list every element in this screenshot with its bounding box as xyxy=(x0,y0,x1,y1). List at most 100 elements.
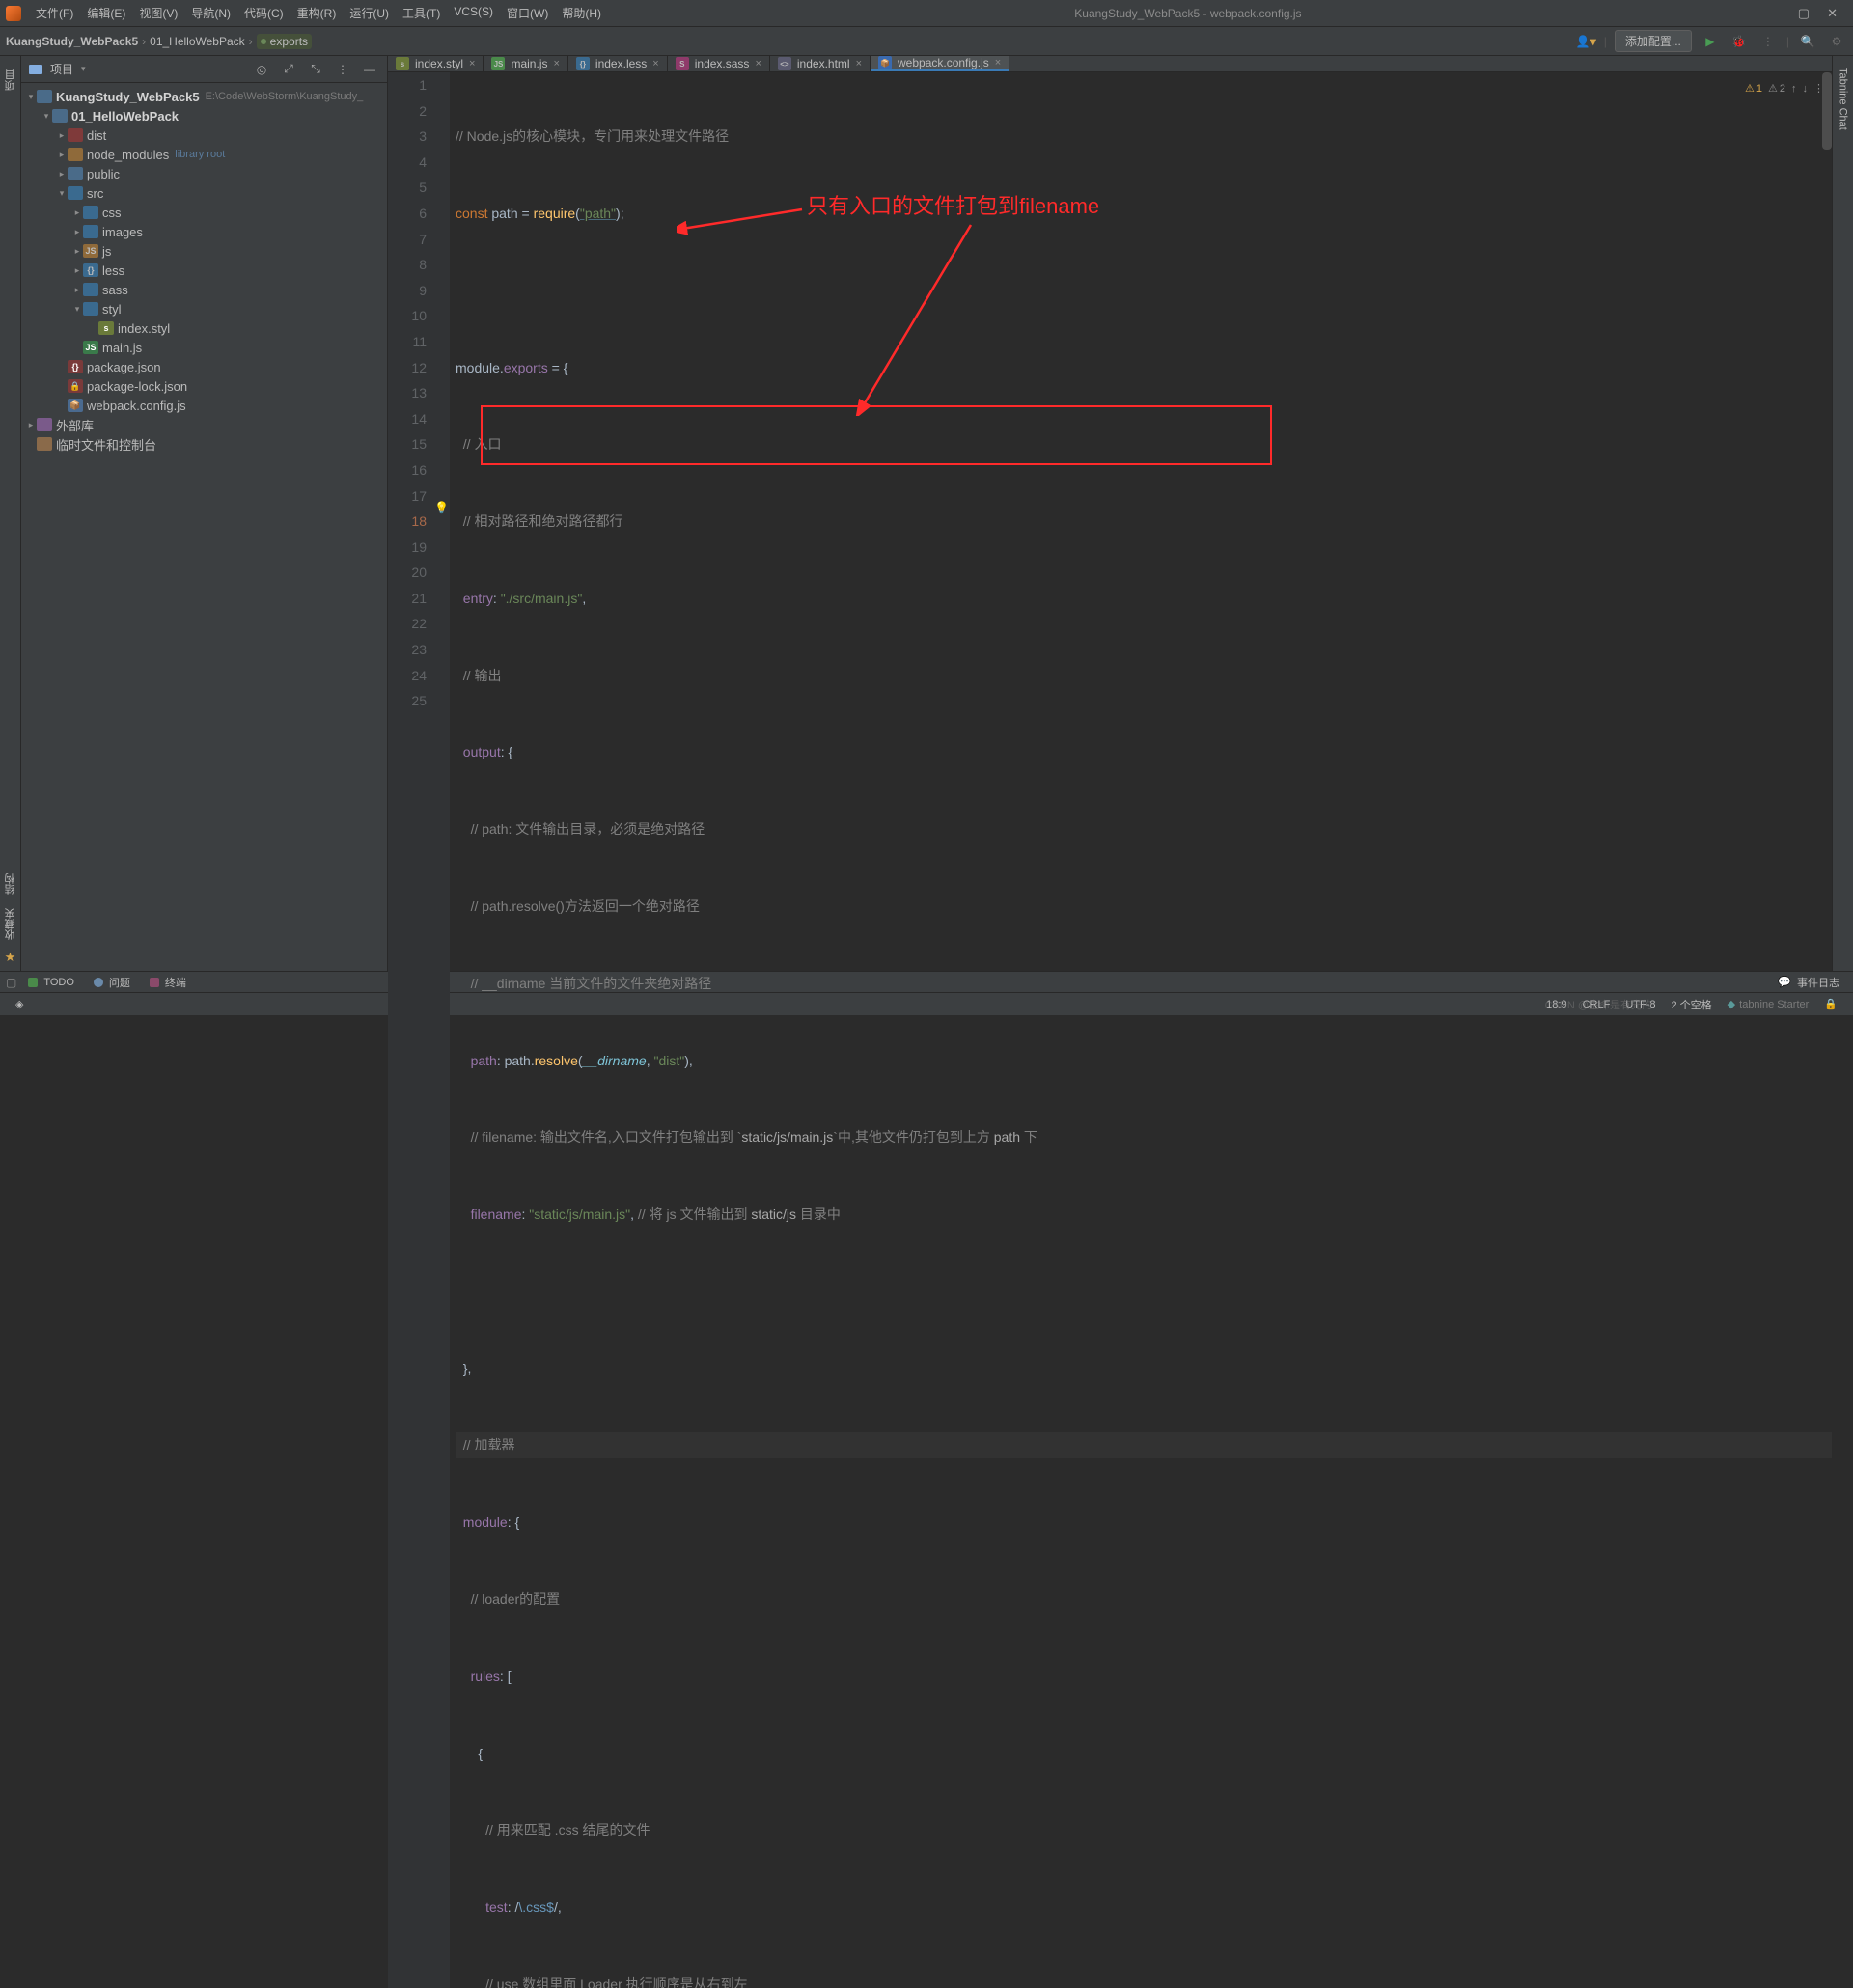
webpack-file-icon: 📦 xyxy=(68,399,83,412)
app-logo-icon xyxy=(6,6,21,21)
webpack-file-icon: 📦 xyxy=(878,56,892,69)
terminal-tab[interactable]: 终端 xyxy=(142,973,194,992)
debug-icon[interactable]: 🐞 xyxy=(1729,31,1750,52)
folder-icon xyxy=(83,283,98,296)
close-icon[interactable]: × xyxy=(553,58,559,69)
project-view-label[interactable]: 项目 xyxy=(50,61,73,77)
html-file-icon: <> xyxy=(778,57,791,70)
close-icon[interactable]: × xyxy=(469,58,475,69)
tree-node-node_modules[interactable]: node_moduleslibrary root xyxy=(21,145,387,164)
menu-tools[interactable]: 工具(T) xyxy=(396,1,447,25)
settings-icon[interactable]: ⚙ xyxy=(1826,31,1847,52)
tree-node-mainjs[interactable]: JSmain.js xyxy=(21,338,387,357)
tree-node-root[interactable]: KuangStudy_WebPack5E:\Code\WebStorm\Kuan… xyxy=(21,87,387,106)
todo-tab[interactable]: TODO xyxy=(20,975,82,990)
warning-icon[interactable]: ⚠ 1 xyxy=(1745,76,1762,102)
menu-view[interactable]: 视图(V) xyxy=(132,1,184,25)
problems-tab[interactable]: 问题 xyxy=(86,973,138,992)
tree-node-pkglock[interactable]: 🔒package-lock.json xyxy=(21,376,387,396)
tree-node-hello[interactable]: 01_HelloWebPack xyxy=(21,106,387,125)
menu-vcs[interactable]: VCS(S) xyxy=(447,1,500,25)
chevron-right-icon: › xyxy=(142,35,146,48)
close-icon[interactable]: ✕ xyxy=(1827,6,1838,21)
tree-node-scratch[interactable]: 临时文件和控制台 xyxy=(21,434,387,454)
close-icon[interactable]: × xyxy=(856,58,862,69)
editor-scrollbar[interactable] xyxy=(1822,72,1832,150)
breadcrumb-project[interactable]: KuangStudy_WebPack5 xyxy=(6,35,138,48)
tool-windows-icon[interactable]: ◈ xyxy=(8,998,31,1010)
close-icon[interactable]: × xyxy=(995,57,1001,69)
menu-file[interactable]: 文件(F) xyxy=(29,1,80,25)
tool-window-toggle-icon[interactable]: ▢ xyxy=(6,976,16,989)
code-editor[interactable]: 12345 678910 1112131415 1617181920 21222… xyxy=(388,72,1832,1988)
chevron-down-icon[interactable]: ▾ xyxy=(81,64,86,74)
favorites-tool-tab[interactable]: 收藏夹 xyxy=(0,904,21,944)
library-icon xyxy=(37,418,52,431)
tab-index-html[interactable]: <>index.html× xyxy=(770,56,871,71)
intention-bulb-icon[interactable]: 💡 xyxy=(434,495,449,521)
project-tree[interactable]: KuangStudy_WebPack5E:\Code\WebStorm\Kuan… xyxy=(21,83,387,971)
tree-node-src[interactable]: src xyxy=(21,183,387,203)
js-file-icon: JS xyxy=(491,57,505,70)
breadcrumb-tag[interactable]: exports xyxy=(257,34,312,49)
tabnine-chat-tab[interactable]: Tabnine Chat xyxy=(1835,62,1852,136)
menu-code[interactable]: 代码(C) xyxy=(237,1,290,25)
tree-node-less[interactable]: {}less xyxy=(21,261,387,280)
tree-node-js[interactable]: JSjs xyxy=(21,241,387,261)
run-config-dropdown[interactable]: 添加配置... xyxy=(1615,30,1692,52)
collapse-all-icon[interactable]: ⤡ xyxy=(306,60,325,79)
down-arrow-icon[interactable]: ↓ xyxy=(1803,76,1809,102)
run-icon[interactable]: ▶ xyxy=(1700,31,1721,52)
tree-node-dist[interactable]: dist xyxy=(21,125,387,145)
tree-node-images[interactable]: images xyxy=(21,222,387,241)
tree-node-pkgjson[interactable]: {}package.json xyxy=(21,357,387,376)
folder-icon xyxy=(68,186,83,200)
expand-all-icon[interactable]: ⤢ xyxy=(279,60,298,79)
menu-run[interactable]: 运行(U) xyxy=(343,1,396,25)
tab-main-js[interactable]: JSmain.js× xyxy=(484,56,567,71)
weak-warning-icon[interactable]: ⚠ 2 xyxy=(1768,76,1785,102)
menu-navigate[interactable]: 导航(N) xyxy=(184,1,237,25)
close-icon[interactable]: × xyxy=(652,58,658,69)
titlebar: 文件(F) 编辑(E) 视图(V) 导航(N) 代码(C) 重构(R) 运行(U… xyxy=(0,0,1853,27)
menu-edit[interactable]: 编辑(E) xyxy=(80,1,132,25)
search-icon[interactable]: 🔍 xyxy=(1797,31,1818,52)
tree-node-css[interactable]: css xyxy=(21,203,387,222)
tab-index-sass[interactable]: Sindex.sass× xyxy=(668,56,770,71)
structure-tool-tab[interactable]: 结构 xyxy=(0,870,21,898)
tree-node-sass[interactable]: sass xyxy=(21,280,387,299)
menu-help[interactable]: 帮助(H) xyxy=(555,1,608,25)
project-tool-tab[interactable]: 项目 xyxy=(0,62,21,98)
maximize-icon[interactable]: ▢ xyxy=(1798,6,1810,21)
tree-node-external[interactable]: 外部库 xyxy=(21,415,387,434)
code-with-me-icon[interactable]: 👤▾ xyxy=(1576,35,1596,48)
tab-webpack-config[interactable]: 📦webpack.config.js× xyxy=(871,56,1009,71)
hide-icon[interactable]: — xyxy=(360,60,379,79)
annotation-arrow-icon xyxy=(855,223,981,416)
menu-refactor[interactable]: 重构(R) xyxy=(290,1,344,25)
minimize-icon[interactable]: — xyxy=(1768,6,1781,21)
tree-node-wpconfig[interactable]: 📦webpack.config.js xyxy=(21,396,387,415)
settings-icon[interactable]: ⋮ xyxy=(333,60,352,79)
folder-icon xyxy=(52,109,68,123)
up-arrow-icon[interactable]: ↑ xyxy=(1791,76,1797,102)
more-run-icon[interactable]: ⋮ xyxy=(1757,31,1779,52)
tree-node-public[interactable]: public xyxy=(21,164,387,183)
folder-icon xyxy=(68,128,83,142)
breadcrumb-folder[interactable]: 01_HelloWebPack xyxy=(150,35,245,48)
tab-index-styl[interactable]: sindex.styl× xyxy=(388,56,484,71)
folder-icon xyxy=(83,302,98,316)
tree-node-indexstyl[interactable]: sindex.styl xyxy=(21,318,387,338)
select-opened-file-icon[interactable]: ◎ xyxy=(252,60,271,79)
code-content[interactable]: // Node.js的核心模块，专门用来处理文件路径 const path = … xyxy=(450,72,1832,1988)
menu-window[interactable]: 窗口(W) xyxy=(500,1,555,25)
fold-gutter: 💡 xyxy=(436,72,450,1988)
folder-icon xyxy=(68,148,83,161)
close-icon[interactable]: × xyxy=(755,58,761,69)
js-file-icon: JS xyxy=(83,341,98,354)
window-controls: — ▢ ✕ xyxy=(1768,6,1847,21)
line-gutter: 12345 678910 1112131415 1617181920 21222… xyxy=(388,72,436,1988)
tab-index-less[interactable]: {}index.less× xyxy=(568,56,668,71)
tree-node-styl[interactable]: styl xyxy=(21,299,387,318)
stylus-file-icon: s xyxy=(98,321,114,335)
